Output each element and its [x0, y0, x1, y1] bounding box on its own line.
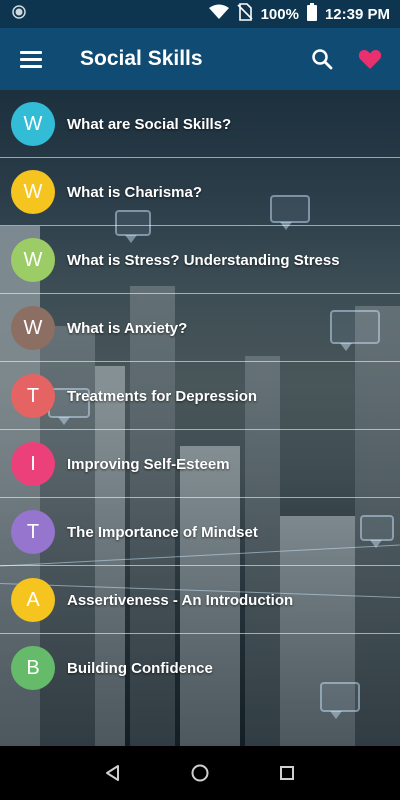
back-button[interactable]: [93, 753, 133, 793]
no-sim-icon: [237, 3, 253, 25]
home-button[interactable]: [180, 753, 220, 793]
back-icon: [106, 765, 120, 781]
letter-avatar: I: [11, 442, 55, 486]
list-item[interactable]: T Treatments for Depression: [0, 362, 400, 430]
list-item[interactable]: B Building Confidence: [0, 634, 400, 702]
home-icon: [191, 764, 209, 782]
letter-avatar: B: [11, 646, 55, 690]
letter-avatar: T: [11, 510, 55, 554]
search-button[interactable]: [298, 35, 346, 83]
list-item-title: The Importance of Mindset: [67, 523, 258, 541]
list-item[interactable]: W What is Charisma?: [0, 158, 400, 226]
hamburger-menu-icon: [20, 51, 42, 68]
notification-dot-icon: [12, 5, 26, 23]
letter-avatar: A: [11, 578, 55, 622]
topic-list: W What are Social Skills? W What is Char…: [0, 90, 400, 702]
status-bar: 100% 12:39 PM: [0, 0, 400, 28]
page-title: Social Skills: [80, 47, 203, 70]
list-item-title: Treatments for Depression: [67, 387, 258, 405]
letter-avatar: W: [11, 102, 55, 146]
letter-avatar: W: [11, 170, 55, 214]
list-item[interactable]: W What is Stress? Understanding Stress: [0, 226, 400, 294]
search-icon: [312, 49, 333, 70]
favorites-button[interactable]: [346, 35, 394, 83]
list-item-title: Building Confidence: [67, 659, 213, 677]
list-item-title: Improving Self-Esteem: [67, 455, 230, 473]
letter-avatar: W: [11, 238, 55, 282]
content-area: W What are Social Skills? W What is Char…: [0, 90, 400, 746]
list-item-title: What is Stress? Understanding Stress: [67, 251, 340, 269]
heart-icon: [358, 49, 382, 69]
app-bar: Social Skills: [0, 28, 400, 90]
battery-icon: [306, 3, 317, 25]
battery-percent: 100%: [260, 5, 299, 23]
list-item[interactable]: W What is Anxiety?: [0, 294, 400, 362]
list-item-title: What is Charisma?: [67, 183, 203, 201]
list-item[interactable]: A Assertiveness - An Introduction: [0, 566, 400, 634]
wifi-icon: [208, 4, 229, 24]
letter-avatar: T: [11, 374, 55, 418]
list-item-title: What are Social Skills?: [67, 115, 232, 133]
recents-icon: [279, 766, 294, 780]
menu-button[interactable]: [0, 28, 62, 90]
list-item[interactable]: I Improving Self-Esteem: [0, 430, 400, 498]
recents-button[interactable]: [267, 753, 307, 793]
list-item-title: What is Anxiety?: [67, 319, 188, 337]
list-item-title: Assertiveness - An Introduction: [67, 591, 294, 609]
system-nav-bar: [0, 746, 400, 800]
clock: 12:39 PM: [324, 5, 390, 23]
list-item[interactable]: W What are Social Skills?: [0, 90, 400, 158]
list-item[interactable]: T The Importance of Mindset: [0, 498, 400, 566]
letter-avatar: W: [11, 306, 55, 350]
